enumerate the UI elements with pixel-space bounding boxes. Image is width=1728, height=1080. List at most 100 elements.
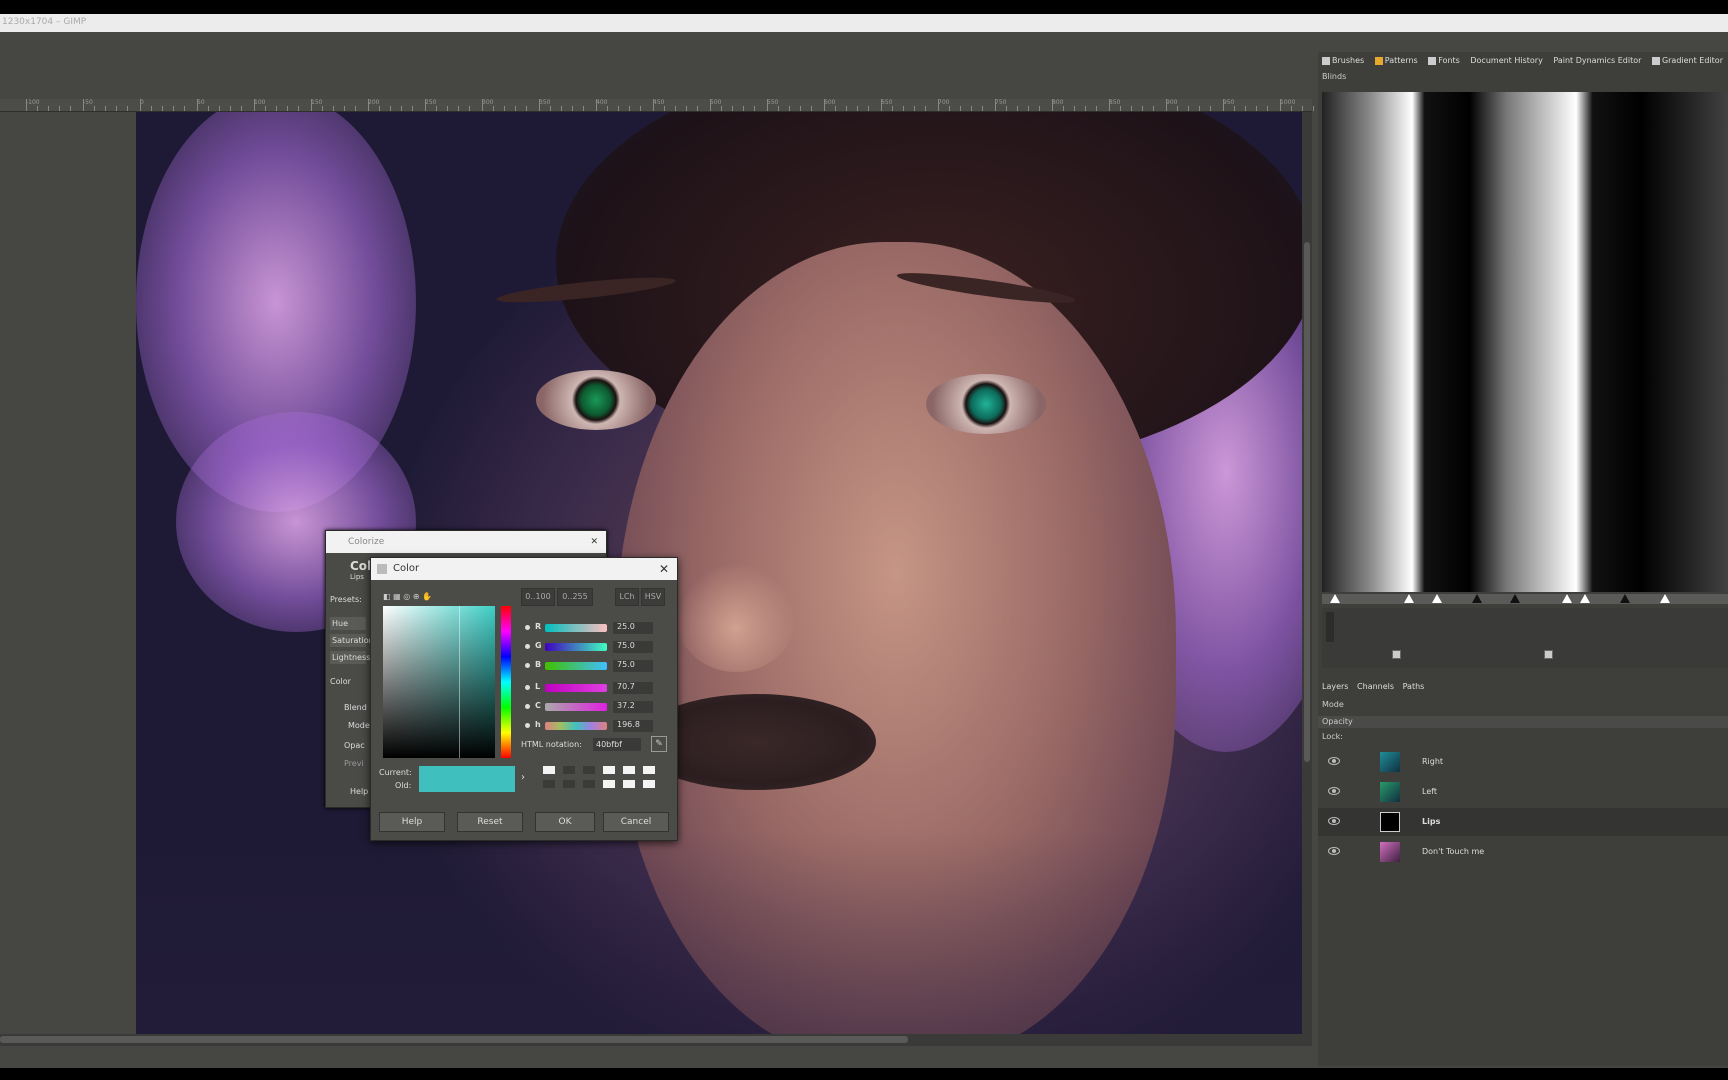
lch-button[interactable]: LCh: [615, 588, 639, 606]
help-button[interactable]: Help: [379, 812, 445, 832]
color-history[interactable]: [541, 764, 671, 794]
gradient-stop[interactable]: [1510, 594, 1520, 603]
horizontal-scrollbar[interactable]: [0, 1034, 1312, 1046]
gradient-handle[interactable]: [1392, 650, 1401, 659]
selector-crosshair: [459, 606, 460, 758]
slider-h[interactable]: h 196.8: [521, 720, 669, 732]
slider-g[interactable]: G 75.0: [521, 641, 669, 653]
color-picker-icon[interactable]: ✎: [651, 736, 667, 752]
gradient-stop-bar[interactable]: [1322, 594, 1728, 604]
cancel-button[interactable]: Cancel: [603, 812, 669, 832]
preview-label[interactable]: Previ: [344, 759, 364, 768]
slider-b[interactable]: B 75.0: [521, 660, 669, 672]
ruler-tick: [37, 106, 38, 111]
history-swatch[interactable]: [563, 780, 575, 788]
slider-value[interactable]: 25.0: [613, 622, 653, 634]
close-icon[interactable]: ✕: [590, 531, 598, 553]
visibility-eye-icon[interactable]: [1328, 787, 1340, 795]
gradient-stop[interactable]: [1330, 594, 1340, 603]
slider-track[interactable]: [545, 722, 607, 730]
tab-channels[interactable]: Channels: [1357, 682, 1394, 691]
slider-value[interactable]: 70.7: [613, 682, 653, 694]
layer-row[interactable]: Left: [1318, 778, 1728, 806]
layer-row-active[interactable]: Lips: [1318, 808, 1728, 836]
color-area-selector[interactable]: [383, 606, 495, 758]
radio-icon[interactable]: [525, 663, 530, 668]
history-swatch[interactable]: [543, 766, 555, 774]
gradient-stop[interactable]: [1404, 594, 1414, 603]
tab-patterns[interactable]: Patterns: [1374, 56, 1418, 65]
tab-paths[interactable]: Paths: [1403, 682, 1425, 691]
slider-track[interactable]: [545, 684, 607, 692]
history-swatch[interactable]: [623, 780, 635, 788]
color-selector-mode-icons[interactable]: ◧ ▦ ◎ ⊕ ✋: [383, 592, 432, 601]
tab-document-history[interactable]: Document History: [1470, 56, 1542, 65]
reset-button[interactable]: Reset: [457, 812, 523, 832]
vertical-scrollbar[interactable]: [1302, 112, 1312, 1034]
tab-brushes[interactable]: Brushes: [1322, 56, 1364, 65]
html-notation-input[interactable]: 40bfbf: [593, 738, 641, 751]
gradient-stop[interactable]: [1620, 594, 1630, 603]
gradient-stop[interactable]: [1472, 594, 1482, 603]
history-swatch[interactable]: [543, 780, 555, 788]
slider-value[interactable]: 75.0: [613, 660, 653, 672]
tab-gradient-editor[interactable]: Gradient Editor: [1651, 56, 1723, 65]
history-swatch[interactable]: [583, 766, 595, 774]
gradient-stop[interactable]: [1562, 594, 1572, 603]
slider-track[interactable]: [545, 662, 607, 670]
visibility-eye-icon[interactable]: [1328, 757, 1340, 765]
slider-track[interactable]: [545, 624, 607, 632]
help-button[interactable]: Help: [350, 787, 368, 796]
add-to-history-icon[interactable]: ›: [521, 772, 525, 783]
radio-icon[interactable]: [525, 704, 530, 709]
slider-value[interactable]: 37.2: [613, 701, 653, 713]
radio-icon[interactable]: [525, 685, 530, 690]
close-icon[interactable]: ✕: [659, 558, 669, 580]
slider-value[interactable]: 196.8: [613, 720, 653, 732]
history-swatch[interactable]: [583, 780, 595, 788]
tab-fonts[interactable]: Fonts: [1428, 56, 1460, 65]
slider-c[interactable]: C 37.2: [521, 701, 669, 713]
gradient-stop[interactable]: [1432, 594, 1442, 603]
vertical-scroll-thumb[interactable]: [1304, 242, 1310, 762]
hue-slider[interactable]: Hue: [330, 617, 366, 630]
scale-0-255-button[interactable]: 0..255: [557, 588, 593, 606]
layer-opacity-slider[interactable]: Opacity: [1318, 716, 1728, 728]
tab-layers[interactable]: Layers: [1322, 682, 1348, 691]
gradient-stop[interactable]: [1580, 594, 1590, 603]
visibility-eye-icon[interactable]: [1328, 847, 1340, 855]
radio-icon[interactable]: [525, 625, 530, 630]
ruler-tick: [355, 106, 356, 111]
slider-track[interactable]: [545, 703, 607, 711]
ok-button[interactable]: OK: [535, 812, 595, 832]
tab-paint-dynamics-editor[interactable]: Paint Dynamics Editor: [1553, 56, 1641, 65]
gradient-preview[interactable]: [1322, 92, 1728, 592]
history-swatch[interactable]: [623, 766, 635, 774]
slider-value[interactable]: 75.0: [613, 641, 653, 653]
visibility-eye-icon[interactable]: [1328, 817, 1340, 825]
horizontal-scroll-thumb[interactable]: [0, 1036, 908, 1043]
scale-0-100-button[interactable]: 0..100: [521, 588, 555, 606]
layer-row[interactable]: Right: [1318, 748, 1728, 776]
history-swatch[interactable]: [643, 766, 655, 774]
history-swatch[interactable]: [563, 766, 575, 774]
image-canvas[interactable]: [136, 112, 1302, 1034]
history-swatch[interactable]: [643, 780, 655, 788]
radio-icon[interactable]: [525, 723, 530, 728]
layer-row[interactable]: Don't Touch me: [1318, 838, 1728, 866]
slider-track[interactable]: [545, 643, 607, 651]
hue-strip[interactable]: [501, 606, 511, 758]
saturation-slider[interactable]: Saturation: [330, 634, 374, 647]
history-swatch[interactable]: [603, 766, 615, 774]
lightness-slider[interactable]: Lightness: [330, 651, 370, 664]
ruler-tick: [94, 106, 95, 111]
gradient-stop[interactable]: [1660, 594, 1670, 603]
history-swatch[interactable]: [603, 780, 615, 788]
slider-l[interactable]: L 70.7: [521, 682, 669, 694]
slider-r[interactable]: R 25.0: [521, 622, 669, 634]
layer-mode-label[interactable]: Mode: [1322, 700, 1344, 709]
hsv-button[interactable]: HSV: [641, 588, 665, 606]
radio-icon[interactable]: [525, 644, 530, 649]
gradient-handle[interactable]: [1544, 650, 1553, 659]
ruler-tick: [140, 99, 141, 111]
